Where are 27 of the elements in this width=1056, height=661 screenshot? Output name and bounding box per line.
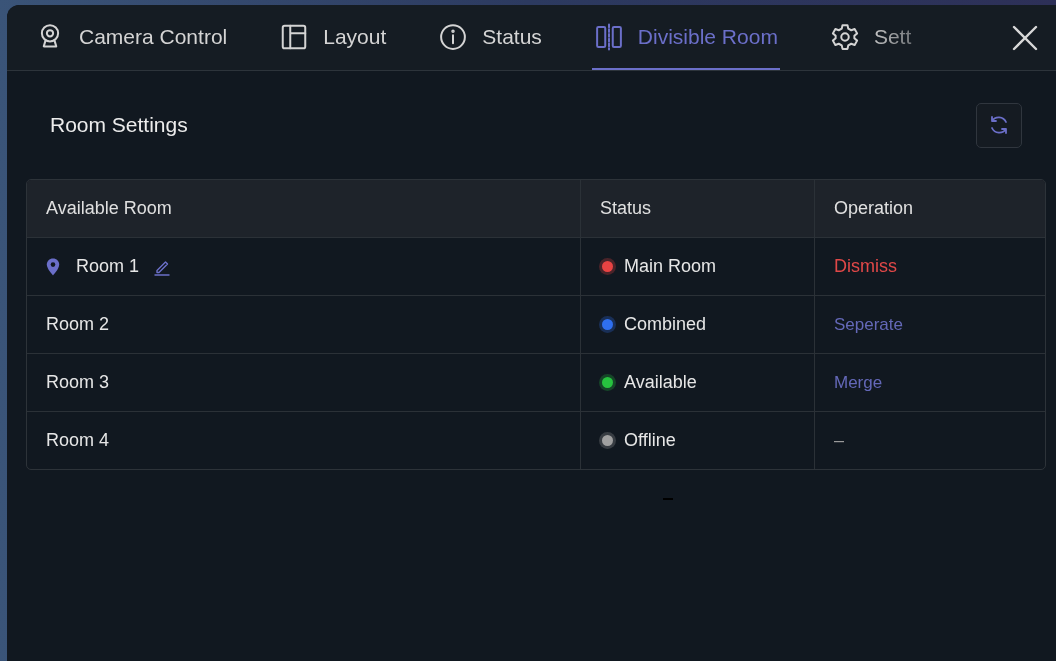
column-header: Status	[580, 180, 814, 237]
refresh-button[interactable]	[976, 102, 1022, 148]
column-header: Operation	[814, 180, 1045, 237]
status-text: Combined	[624, 314, 707, 335]
close-icon	[1011, 23, 1039, 52]
dismiss-link[interactable]: Dismiss	[834, 256, 897, 277]
action-link[interactable]: Merge	[834, 372, 883, 393]
room-name: Room 4	[46, 430, 110, 451]
column-header: Available Room	[45, 197, 173, 220]
tab[interactable]: Sett	[827, 5, 914, 70]
dash-mark	[663, 498, 673, 500]
action-link[interactable]: Seperate	[834, 314, 903, 335]
status-text: Available	[624, 372, 697, 393]
tab[interactable]: Status	[436, 5, 544, 70]
info-icon	[438, 21, 469, 52]
room-name: Room 3	[46, 372, 110, 393]
panel-title: Room Settings	[50, 113, 188, 137]
status-text: Offline	[624, 430, 676, 451]
settings-icon	[829, 21, 860, 52]
split-room-icon	[593, 21, 624, 52]
tab[interactable]: Camera Control	[33, 5, 230, 70]
room-name: Room 2	[46, 314, 110, 335]
empty-value: –	[834, 430, 844, 451]
tab[interactable]: Layout	[277, 5, 389, 70]
room-name: Room 1	[76, 256, 140, 277]
tab[interactable]: Divisible Room	[591, 5, 780, 70]
status-text: Main Room	[624, 256, 717, 277]
